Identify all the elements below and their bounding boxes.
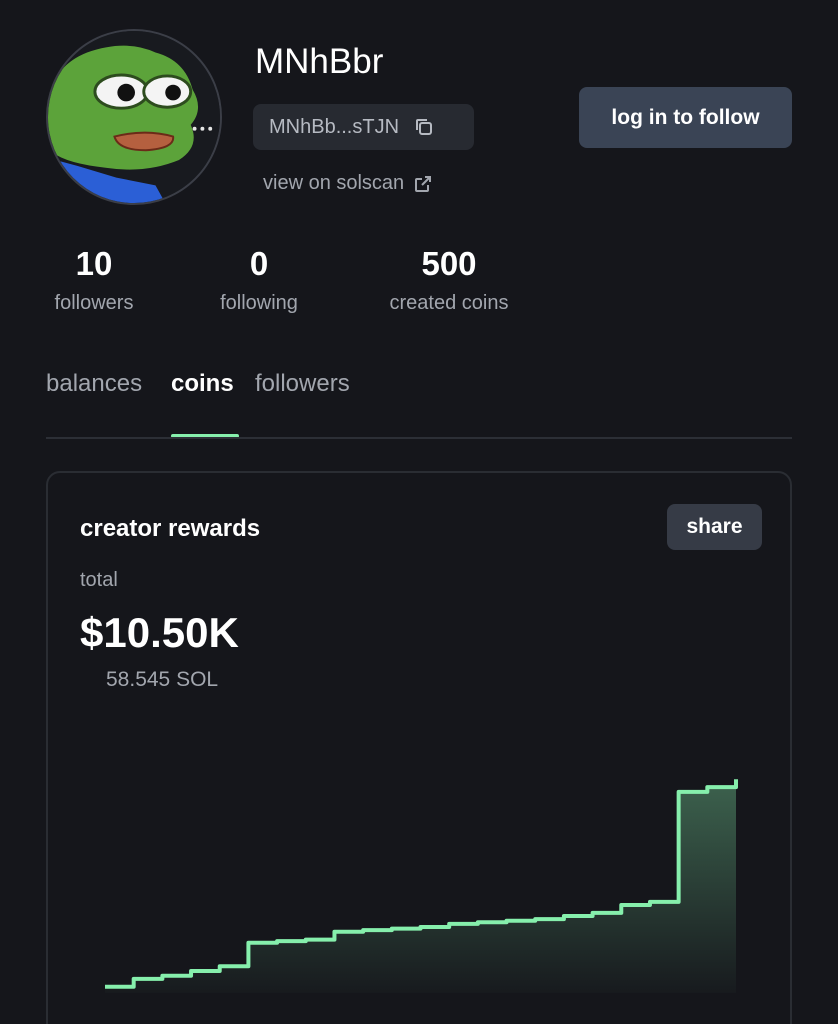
stat-created-coins[interactable]: 500 created coins bbox=[376, 244, 522, 315]
avatar bbox=[46, 29, 222, 205]
solscan-label: view on solscan bbox=[263, 172, 405, 194]
stat-value: 0 bbox=[249, 245, 269, 282]
stat-value: 10 bbox=[75, 245, 113, 282]
tab-balances[interactable]: balances bbox=[46, 370, 142, 398]
tab-coins[interactable]: coins bbox=[171, 370, 234, 398]
tabs-divider bbox=[46, 437, 792, 439]
address-copy-button[interactable]: MNhBb...sTJN bbox=[253, 104, 474, 150]
chart-area-fill bbox=[105, 779, 736, 993]
pepe-frog-avatar-icon bbox=[48, 31, 220, 203]
stat-label: followers bbox=[54, 292, 134, 314]
stat-label: created coins bbox=[389, 292, 509, 314]
stat-followers[interactable]: 10 followers bbox=[46, 244, 142, 315]
stat-following[interactable]: 0 following bbox=[210, 244, 308, 315]
stat-value: 500 bbox=[421, 245, 477, 282]
external-link-icon bbox=[413, 174, 433, 194]
copy-icon[interactable] bbox=[413, 116, 435, 138]
tab-followers[interactable]: followers bbox=[255, 370, 350, 398]
creator-rewards-card: creator rewards share total $10.50K 58.5… bbox=[46, 471, 792, 1024]
view-on-solscan-link[interactable]: view on solscan bbox=[263, 172, 433, 195]
rewards-chart bbox=[105, 779, 738, 993]
username: MNhBbr bbox=[255, 42, 384, 81]
log-in-to-follow-button[interactable]: log in to follow bbox=[579, 87, 792, 148]
address-text: MNhBb...sTJN bbox=[269, 115, 400, 138]
stat-label: following bbox=[220, 292, 298, 314]
